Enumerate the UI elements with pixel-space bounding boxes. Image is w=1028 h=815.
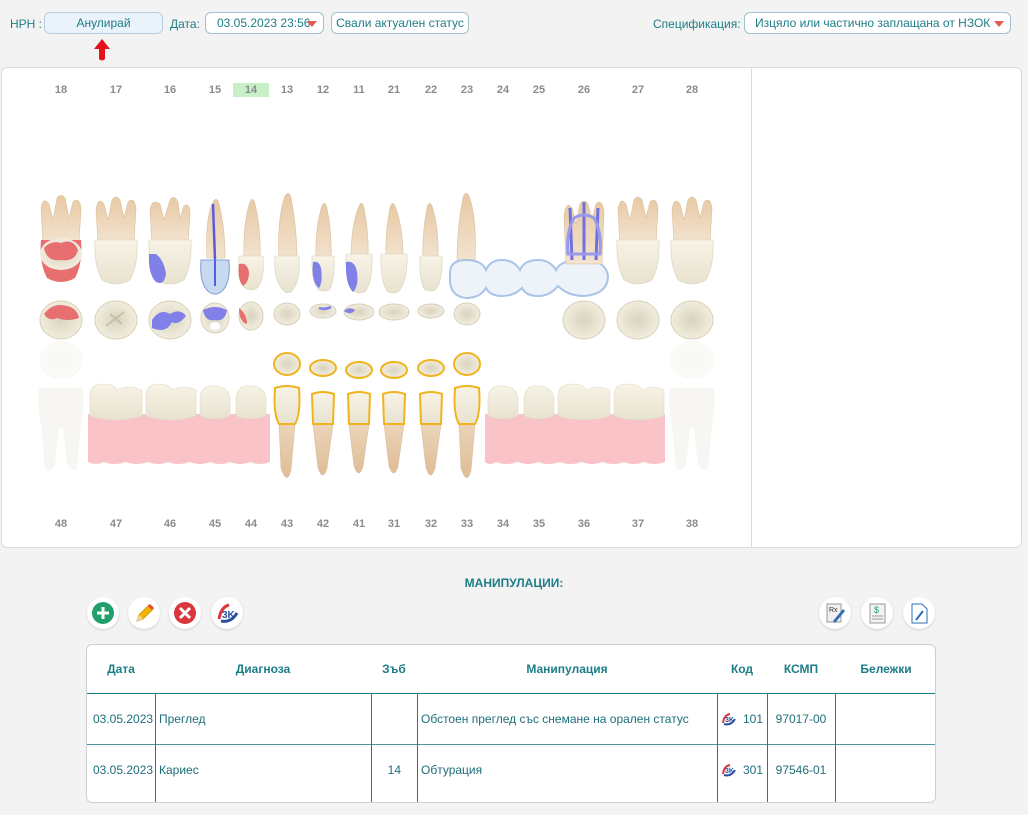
tooth-48 [38,388,84,471]
col-divider [417,693,418,802]
teeth-diagram[interactable] [2,68,751,547]
add-button[interactable] [87,597,119,629]
chevron-down-icon [994,21,1004,27]
code-value: 101 [742,712,764,726]
chevron-down-icon [307,21,317,27]
cell-code: 3K 101 [717,694,767,744]
cancel-nrn-button[interactable]: Анулирай [44,12,163,34]
lower-anterior-teeth [273,385,481,478]
col-divider [155,693,156,802]
svg-text:3K: 3K [725,768,734,775]
svg-text:Rx: Rx [829,607,838,614]
svg-text:3K: 3K [725,717,734,724]
tooth-17 [94,196,138,285]
tooth-12 [311,203,335,292]
cell-date: 03.05.2023 [93,712,154,726]
tooth-27 [616,196,660,285]
cell-ksmp: 97546-01 [775,763,827,777]
dental-chart: 18 17 16 15 14 13 12 11 21 22 23 24 25 26 27 28 48 47 46 4… [1,67,1022,548]
tooth-13 [274,193,300,294]
cell-tooth [371,694,417,744]
tooth-11 [345,203,373,294]
cell-date: 03.05.2023 [93,763,154,777]
nrn-label: НРН : [10,17,43,31]
col-manipulation[interactable]: Манипулация [417,645,717,693]
cell-diagnosis: Кариес [159,763,199,777]
download-status-button[interactable]: Свали актуален статус [331,12,469,34]
nzok-icon: 3K [217,603,239,623]
nzok-button[interactable]: 3K [211,597,243,629]
invoice-button[interactable]: $ [861,597,893,629]
cell-diagnosis: Преглед [159,712,206,726]
manipulations-title: МАНИПУЛАЦИИ: [464,576,564,590]
gum-right [485,414,665,464]
add-icon [92,602,114,624]
code-value: 301 [742,763,764,777]
prescription-icon: Rx [826,603,845,623]
red-arrow-icon [94,39,110,61]
tooth-22 [419,203,443,292]
cell-manipulation: Обтурация [421,763,483,777]
lower-left-crowns [89,383,267,421]
tooth-16 [148,197,192,285]
cell-tooth: 14 [387,763,401,777]
upper-occlusal-row [39,300,714,340]
date-value: 03.05.2023 23:56 [217,16,311,30]
document-icon [911,603,928,624]
tooth-14 [238,199,264,291]
col-date[interactable]: Дата [87,645,155,693]
bridge [449,258,610,300]
nzok-icon: 3K [721,764,736,777]
spec-label: Спецификация: [653,17,741,31]
cell-ksmp: 97017-00 [775,712,827,726]
tooth-38 [669,388,715,471]
delete-button[interactable] [169,597,201,629]
specification-value: Изцяло или частично заплащана от НЗОК [755,16,991,30]
manipulations-table: Дата Диагноза Зъб Манипулация Код КСМП Б… [86,644,936,803]
tooth-18 [40,195,82,282]
prescription-button[interactable]: Rx [819,597,851,629]
edit-icon [136,603,155,622]
nzok-icon: 3K [721,713,736,726]
cell-manipulation: Обстоен преглед със снемане на орален ст… [421,712,689,726]
toolbar: НРН : Анулирай Дата: 03.05.2023 23:56 Св… [0,0,1028,66]
lower-occlusal-row [39,341,714,379]
date-picker[interactable]: 03.05.2023 23:56 [205,12,324,34]
cell-code: 3K 301 [717,745,767,795]
date-label: Дата: [170,17,200,31]
col-code[interactable]: Код [717,645,767,693]
svg-text:3K: 3K [222,610,236,621]
document-button[interactable] [903,597,935,629]
col-divider [835,693,836,802]
lower-right-crowns [487,383,665,421]
svg-text:$: $ [874,605,879,615]
col-diagnosis[interactable]: Диагноза [155,645,371,693]
gum-left [88,414,270,464]
edit-button[interactable] [128,597,160,629]
tooth-28 [670,196,714,285]
delete-icon [174,602,196,624]
chart-divider [751,68,752,547]
tooth-15 [200,199,230,295]
tooth-21 [380,203,408,294]
tooth-26 [563,200,605,265]
col-ksmp[interactable]: КСМП [767,645,835,693]
col-notes[interactable]: Бележки [835,645,935,693]
specification-select[interactable]: Изцяло или частично заплащана от НЗОК [744,12,1011,34]
invoice-icon: $ [869,603,886,624]
col-tooth[interactable]: Зъб [371,645,417,693]
tooth-23 [456,193,476,261]
